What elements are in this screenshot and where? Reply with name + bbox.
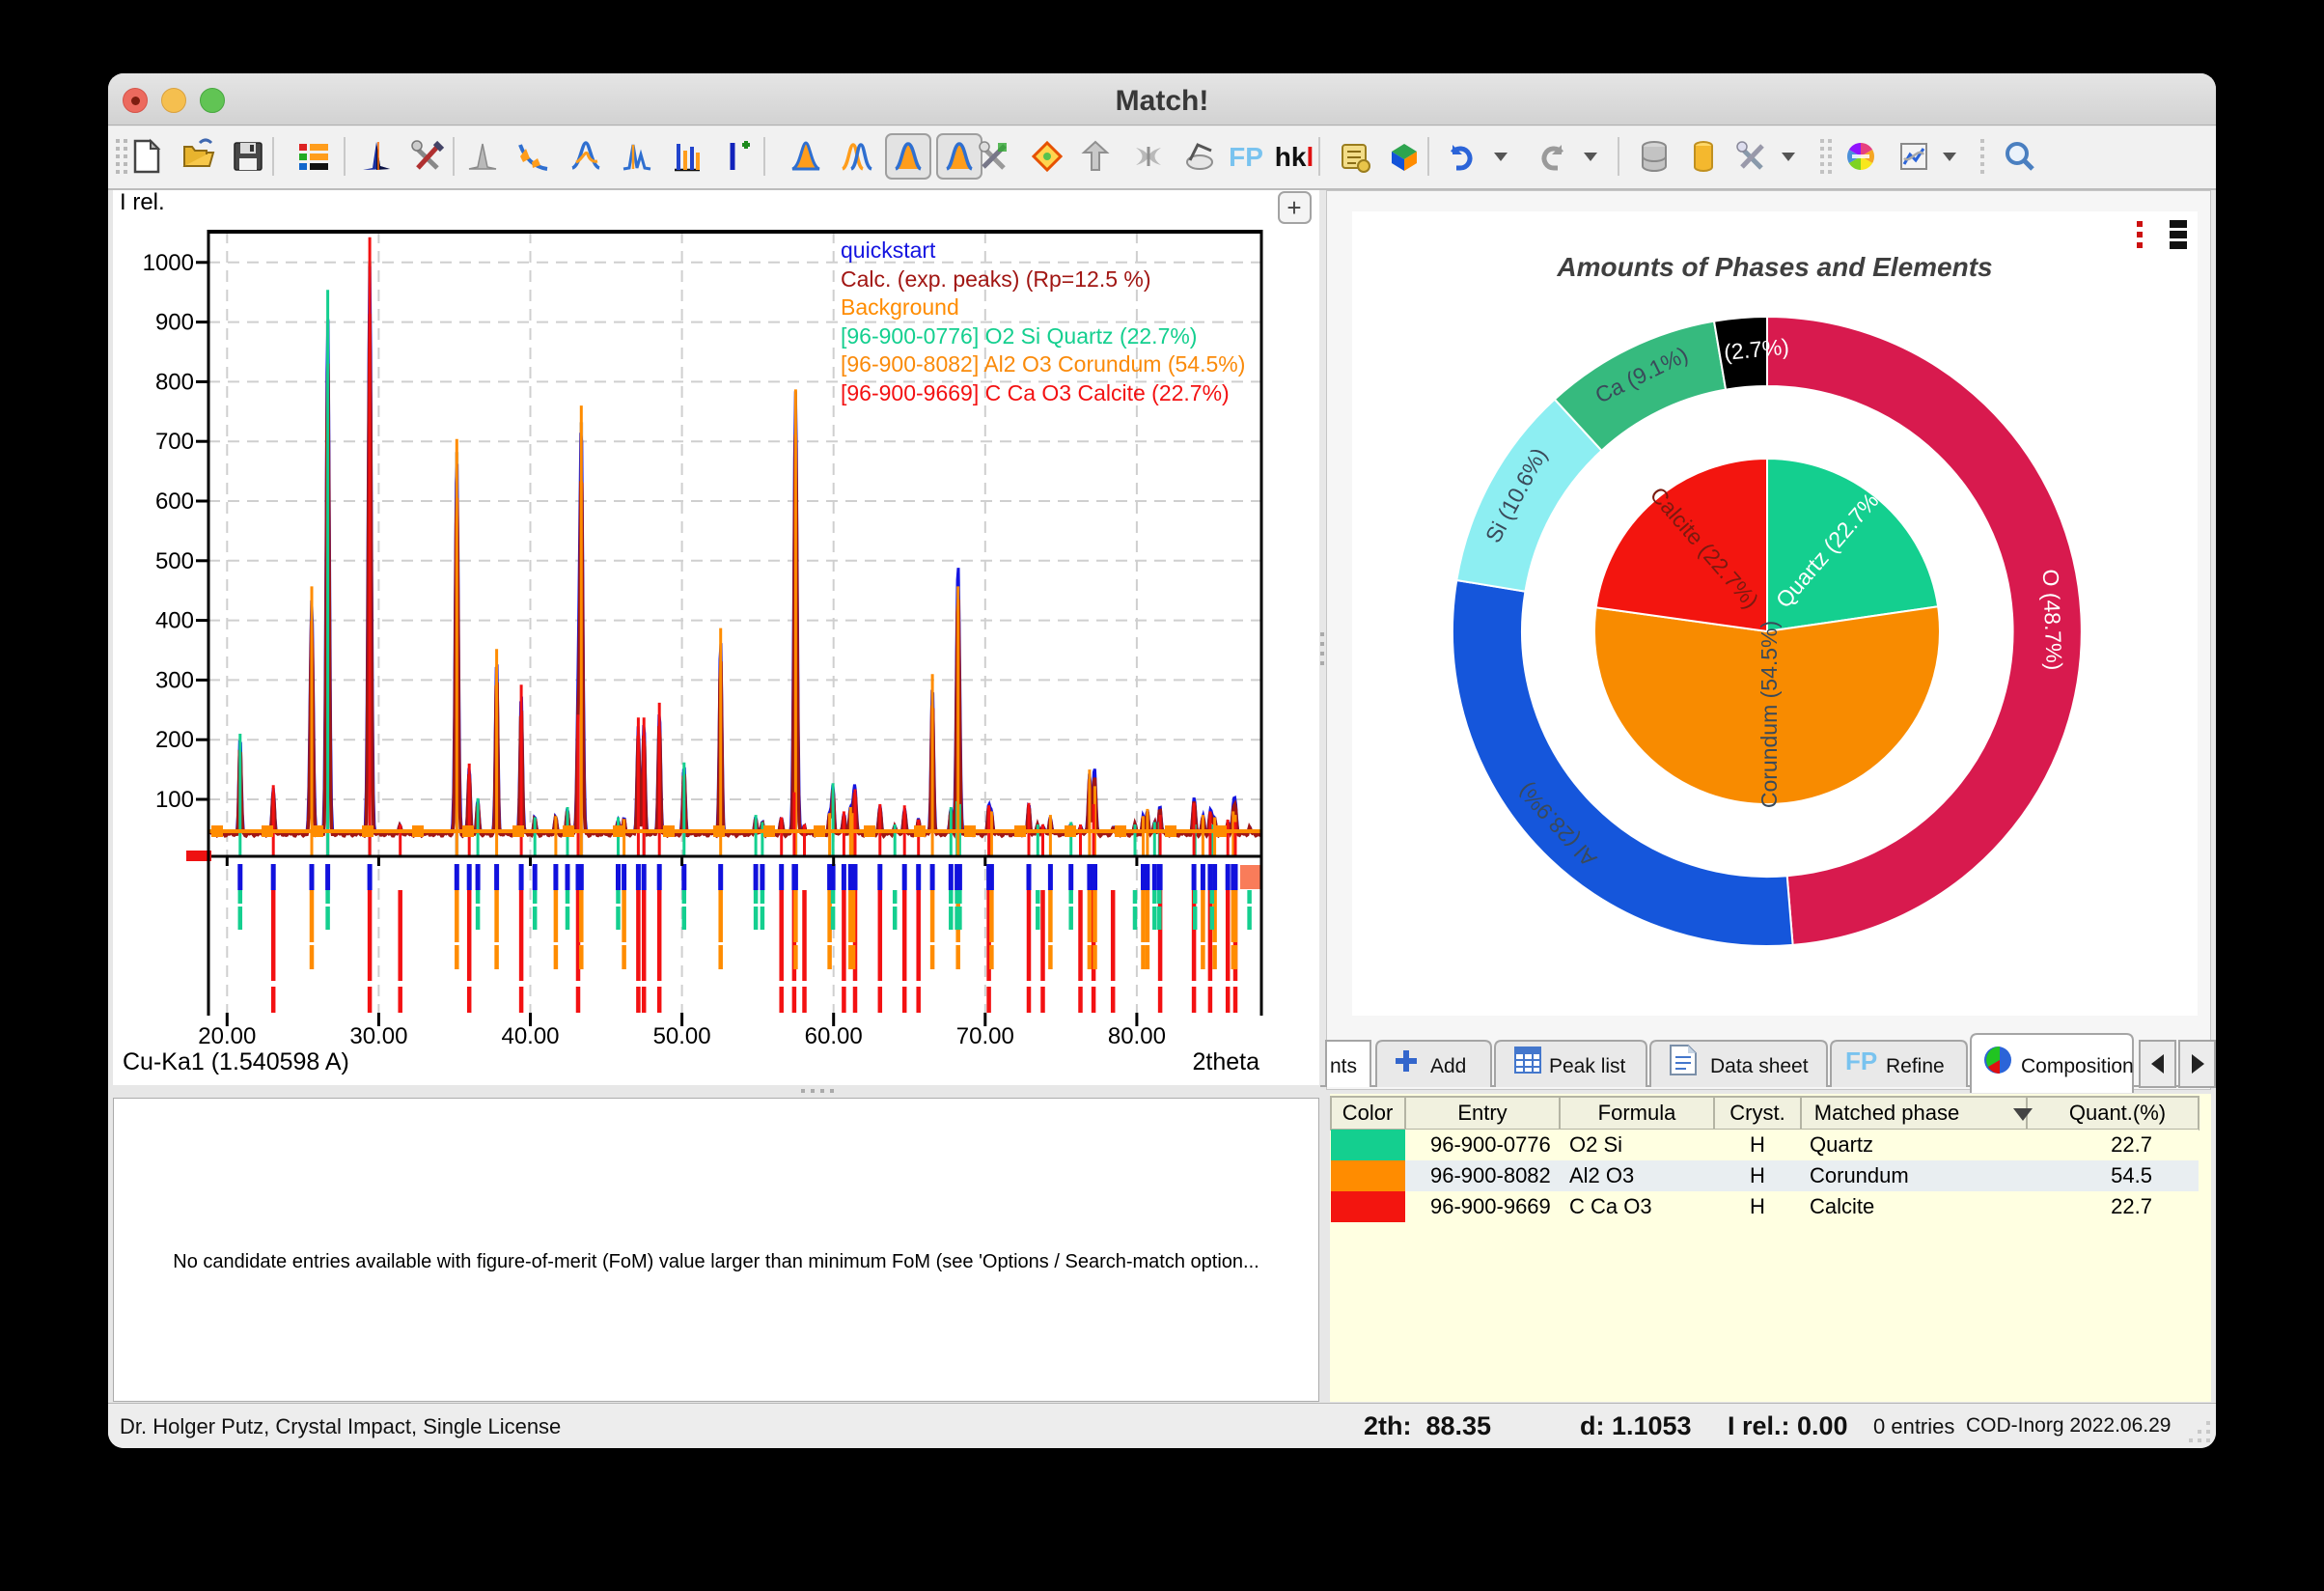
svg-text:Corundum: Corundum [1810, 1163, 1909, 1187]
svg-text:2theta: 2theta [1192, 1048, 1259, 1075]
svg-text:70.00: 70.00 [956, 1023, 1014, 1049]
svg-text:30.00: 30.00 [349, 1023, 407, 1049]
svg-text:Corundum (54.5%): Corundum (54.5%) [1757, 621, 1782, 808]
svg-text:Entry: Entry [1457, 1101, 1507, 1125]
svg-text:Cryst.: Cryst. [1729, 1101, 1784, 1125]
svg-text:I rel.: I rel. [120, 190, 165, 215]
svg-text:Amounts of Phases and Elements: Amounts of Phases and Elements [1556, 252, 1992, 282]
svg-text:[96-900-9669] C Ca O3 Calcite: [96-900-9669] C Ca O3 Calcite (22.7%) [841, 380, 1230, 405]
svg-text:Cu-Ka1 (1.540598 A): Cu-Ka1 (1.540598 A) [123, 1048, 349, 1075]
svg-text:quickstart: quickstart [841, 237, 936, 263]
svg-text:800: 800 [155, 369, 194, 395]
svg-text:H: H [1750, 1132, 1765, 1157]
svg-text:500: 500 [155, 548, 194, 574]
svg-text:Quant.(%): Quant.(%) [2069, 1101, 2166, 1125]
svg-text:Quartz: Quartz [1810, 1132, 1873, 1157]
svg-text:300: 300 [155, 667, 194, 693]
svg-text:O2 Si: O2 Si [1569, 1132, 1622, 1157]
svg-text:C Ca O3: C Ca O3 [1569, 1194, 1652, 1218]
svg-text:[96-900-0776] O2 Si Quartz (22: [96-900-0776] O2 Si Quartz (22.7%) [841, 323, 1197, 349]
svg-text:Composition: Composition [2021, 1055, 2134, 1077]
svg-text:H: H [1750, 1194, 1765, 1218]
svg-text:Color: Color [1342, 1101, 1394, 1125]
svg-text:hkl: hkl [1275, 142, 1314, 172]
svg-text:Calc. (exp. peaks) (Rp=12.5 %): Calc. (exp. peaks) (Rp=12.5 %) [841, 266, 1151, 292]
svg-text:80.00: 80.00 [1108, 1023, 1166, 1049]
svg-text:22.7: 22.7 [2111, 1194, 2152, 1218]
svg-text:H: H [1750, 1163, 1765, 1187]
svg-text:96-900-0776: 96-900-0776 [1430, 1132, 1551, 1157]
svg-text:22.7: 22.7 [2111, 1132, 2152, 1157]
svg-text:200: 200 [155, 727, 194, 753]
svg-text:60.00: 60.00 [805, 1023, 863, 1049]
svg-text:50.00: 50.00 [653, 1023, 711, 1049]
svg-text:FP: FP [1845, 1047, 1877, 1075]
svg-text:Add: Add [1430, 1055, 1466, 1077]
svg-text:+: + [1286, 193, 1301, 222]
svg-text:Refine: Refine [1886, 1055, 1945, 1077]
svg-text:100: 100 [155, 787, 194, 813]
svg-text:Al2 O3: Al2 O3 [1569, 1163, 1634, 1187]
svg-text:Data sheet: Data sheet [1710, 1055, 1809, 1077]
svg-text:1000: 1000 [143, 250, 194, 276]
svg-text:96-900-8082: 96-900-8082 [1430, 1163, 1551, 1187]
svg-text:40.00: 40.00 [501, 1023, 559, 1049]
svg-text:nts: nts [1330, 1055, 1357, 1077]
svg-text:700: 700 [155, 429, 194, 455]
svg-text:FP: FP [1229, 142, 1263, 172]
svg-text:20.00: 20.00 [198, 1023, 256, 1049]
svg-text:Formula: Formula [1598, 1101, 1676, 1125]
svg-text:O (48.7%): O (48.7%) [2038, 569, 2067, 671]
svg-text:96-900-9669: 96-900-9669 [1430, 1194, 1551, 1218]
svg-text:Background: Background [841, 294, 959, 320]
svg-text:Matched phase: Matched phase [1814, 1101, 1959, 1125]
svg-text:900: 900 [155, 310, 194, 336]
svg-text:Calcite: Calcite [1810, 1194, 1874, 1218]
svg-text:54.5: 54.5 [2111, 1163, 2152, 1187]
svg-text:400: 400 [155, 608, 194, 634]
svg-text:Peak list: Peak list [1549, 1055, 1626, 1077]
svg-text:[96-900-8082] Al2 O3 Corundum: [96-900-8082] Al2 O3 Corundum (54.5%) [841, 351, 1245, 377]
svg-text:600: 600 [155, 488, 194, 515]
